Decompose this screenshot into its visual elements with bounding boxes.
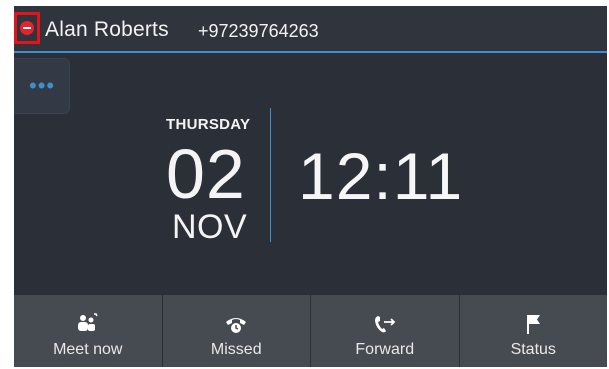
flag-icon <box>527 315 541 334</box>
do-not-disturb-icon[interactable] <box>20 21 34 35</box>
softkey-label: Forward <box>355 341 415 358</box>
phone-screen: Alan Roberts +97239764263 ••• THURSDAY 0… <box>14 6 607 367</box>
month: NOV <box>172 208 248 246</box>
softkey-bar: Meet now Missed Forward Status <box>14 295 607 367</box>
meet-now-icon <box>77 313 98 331</box>
presence-highlight-frame <box>14 12 40 44</box>
time: 12:11 <box>298 139 464 213</box>
day-number: 02 <box>166 135 246 213</box>
clock-divider <box>270 108 271 242</box>
status-header: Alan Roberts +97239764263 <box>14 6 607 53</box>
forward-button[interactable]: Forward <box>311 295 460 367</box>
missed-button[interactable]: Missed <box>163 295 311 367</box>
more-dots-icon: ••• <box>29 73 56 98</box>
user-name: Alan Roberts <box>45 18 169 41</box>
missed-calls-icon <box>226 318 247 333</box>
meet-now-button[interactable]: Meet now <box>14 295 163 367</box>
more-options-button[interactable]: ••• <box>14 58 70 114</box>
day-name: THURSDAY <box>166 116 251 133</box>
softkey-label: Meet now <box>53 341 123 358</box>
softkey-label: Missed <box>210 341 262 358</box>
status-button[interactable]: Status <box>460 295 608 367</box>
softkey-label: Status <box>510 341 556 358</box>
phone-number: +97239764263 <box>198 21 319 41</box>
forward-icon <box>374 316 396 333</box>
